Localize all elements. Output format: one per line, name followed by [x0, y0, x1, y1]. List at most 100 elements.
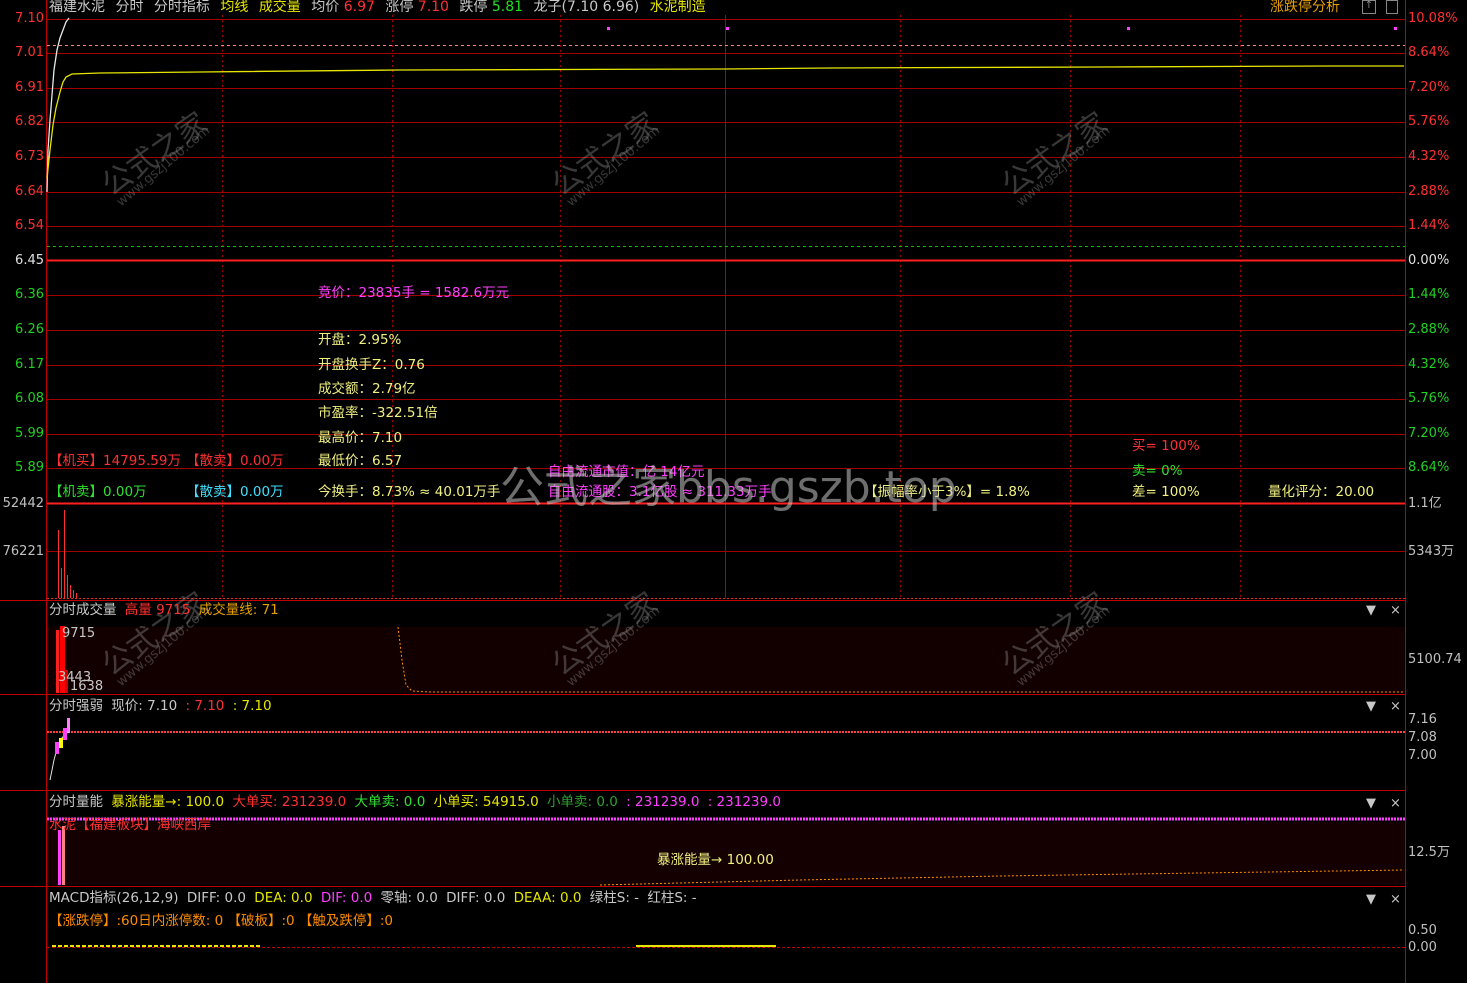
diff-pct-info: 差= 100% — [1132, 484, 1200, 500]
avgline-label: 均线 — [220, 0, 249, 15]
pct-axis-label: 5.76% — [1408, 391, 1450, 407]
pct-axis-label: 4.32% — [1408, 356, 1450, 372]
price-axis-label: 6.91 — [15, 79, 44, 95]
energy-value-1: : 231239.0 — [626, 794, 700, 810]
macd-dif: DIF: 0.0 — [320, 890, 373, 906]
volume-bars — [58, 510, 77, 598]
volume-marker-1: 9715 — [62, 626, 96, 641]
pct-axis-label: 4.32% — [1408, 148, 1450, 164]
price-axis-label: 6.82 — [15, 114, 44, 130]
macd-diff: DIFF: 0.0 — [186, 890, 246, 906]
macd-deaa: DEAA: 0.0 — [513, 890, 582, 906]
strength-axis-2: 7.08 — [1408, 730, 1437, 745]
volume-line-label: 成交量线: 71 — [198, 602, 279, 618]
sector-label[interactable]: 水泥制造 — [650, 0, 706, 15]
stock-name[interactable]: 福建水泥 — [49, 0, 105, 15]
macd-panel-name[interactable]: MACD指标(26,12,9) — [49, 890, 179, 906]
volume-marker-3: 1638 — [70, 679, 104, 694]
pct-axis-label: 8.64% — [1408, 45, 1450, 61]
limit-down-value: 5.81 — [491, 0, 524, 15]
view-mode[interactable]: 分时 — [115, 0, 143, 15]
pct-axis-label: 7.20% — [1408, 425, 1450, 441]
limit-up-label: 涨停 — [385, 0, 414, 15]
price-axis-label: 6.36 — [15, 287, 44, 303]
macd-panel-menu-icon[interactable]: ▼ — [1366, 892, 1376, 907]
price-line — [46, 17, 70, 193]
inst-buy-info: 【机买】14795.59万 — [49, 453, 181, 469]
strength-price: 现价: 7.10 — [111, 698, 178, 714]
strength-value-1: : 7.10 — [185, 698, 225, 714]
volume-panel-name[interactable]: 分时成交量 — [49, 602, 117, 618]
vol-axis-right-2: 5343万 — [1408, 544, 1455, 559]
volume-label: 成交量 — [258, 0, 301, 15]
volume-panel-close-icon[interactable]: × — [1390, 603, 1401, 618]
strength-panel-controls: ▼ × — [1366, 700, 1415, 713]
pct-axis-label: 8.64% — [1408, 460, 1450, 476]
volume-panel-menu-icon[interactable]: ▼ — [1366, 603, 1376, 618]
chart-header: 福建水泥 分时 分时指标 均线 成交量 均价 6.97 涨停 7.10 跌停 5… — [49, 0, 712, 14]
macd-zero: 零轴: 0.0 — [380, 890, 438, 906]
energy-surge: 暴涨能量→: 100.0 — [111, 794, 225, 810]
price-axis-label: 6.17 — [15, 356, 44, 372]
price-axis-label: 7.10 — [15, 10, 44, 26]
strength-panel-name[interactable]: 分时强弱 — [49, 698, 103, 714]
auction-info: 竞价：23835手 = 1582.6万元 — [318, 285, 510, 301]
low-info: 最低价：6.57 — [318, 453, 403, 469]
expand-icon[interactable]: ↑ — [1362, 0, 1376, 14]
dragon-label: 龙子(7.10 6.96) — [533, 0, 640, 15]
retail-buy-info: 【散卖】0.00万 — [186, 453, 284, 469]
pe-info: 市盈率：-322.51倍 — [318, 405, 438, 421]
strength-value-2: : 7.10 — [232, 698, 272, 714]
energy-axis-right: 12.5万 — [1408, 845, 1450, 860]
pct-axis-label: 10.08% — [1408, 10, 1458, 26]
limit-up-value: 7.10 — [417, 0, 449, 15]
volume-high-value: 9715 — [156, 602, 191, 618]
score-info: 量化评分：20.00 — [1268, 484, 1375, 500]
energy-panel-name[interactable]: 分时量能 — [49, 794, 103, 810]
strength-panel-title: 分时强弱 现价: 7.10 : 7.10 : 7.10 — [49, 698, 276, 714]
volume-axis-right: 5100.74 — [1408, 652, 1462, 667]
energy-sector-line: 水泥【福建板块】海峡西岸 — [49, 817, 211, 833]
retail-sell-info: 【散卖】0.00万 — [186, 484, 284, 500]
strength-axis-3: 7.00 — [1408, 748, 1437, 763]
pct-axis-label: 1.44% — [1408, 218, 1450, 234]
macd-red-bar: 红柱S: - — [647, 890, 697, 906]
vol-axis-left-1: 52442 — [2, 496, 44, 511]
macd-diff2: DIFF: 0.0 — [446, 890, 506, 906]
strength-panel-close-icon[interactable]: × — [1390, 699, 1401, 714]
macd-limit-line: 【涨跌停】:60日内涨停数: 0 【破板】:0 【触及跌停】:0 — [49, 913, 394, 929]
energy-panel-menu-icon[interactable]: ▼ — [1366, 796, 1376, 811]
amount-info: 成交额：2.79亿 — [318, 381, 416, 397]
energy-big-sell: 大单卖: 0.0 — [354, 794, 426, 810]
high-info: 最高价：7.10 — [318, 430, 403, 446]
watermark-text: 公式之家bbs.gszb.top — [500, 462, 957, 513]
macd-panel-controls: ▼ × — [1366, 893, 1415, 906]
pct-axis-label: 2.88% — [1408, 183, 1450, 199]
macd-green-bar: 绿柱S: - — [589, 890, 640, 906]
vol-axis-right-1: 1.1亿 — [1408, 496, 1442, 511]
volume-high-label: 高量 — [124, 602, 152, 618]
energy-panel-close-icon[interactable]: × — [1390, 796, 1401, 811]
energy-big-buy: 大单买: 231239.0 — [232, 794, 347, 810]
price-axis-label: 6.45 — [15, 252, 44, 268]
buy-pct-info: 买= 100% — [1132, 438, 1200, 454]
macd-axis-2: 0.00 — [1408, 940, 1437, 955]
sell-pct-info: 卖= 0% — [1132, 463, 1183, 479]
volume-panel-title: 分时成交量 高量 9715 成交量线: 71 — [49, 602, 283, 618]
price-axis-label: 7.01 — [15, 45, 44, 61]
macd-panel-close-icon[interactable]: × — [1390, 892, 1401, 907]
price-axis-label: 6.26 — [15, 321, 44, 337]
price-axis-label: 6.64 — [15, 183, 44, 199]
open-turnover-info: 开盘换手Z：0.76 — [318, 357, 425, 373]
pct-axis-label: 5.76% — [1408, 114, 1450, 130]
limit-analysis-title[interactable]: 涨跌停分析 — [1270, 0, 1340, 14]
inst-sell-info: 【机卖】0.00万 — [49, 484, 147, 500]
macd-dea: DEA: 0.0 — [254, 890, 313, 906]
price-axis-label: 6.73 — [15, 148, 44, 164]
limit-down-label: 跌停 — [459, 0, 488, 15]
panel-toggle-icon[interactable] — [1386, 0, 1398, 14]
strength-panel-menu-icon[interactable]: ▼ — [1366, 699, 1376, 714]
pct-axis-label: 2.88% — [1408, 321, 1450, 337]
energy-center-label: 暴涨能量→ 100.00 — [657, 852, 774, 868]
indicator-name[interactable]: 分时指标 — [154, 0, 210, 15]
